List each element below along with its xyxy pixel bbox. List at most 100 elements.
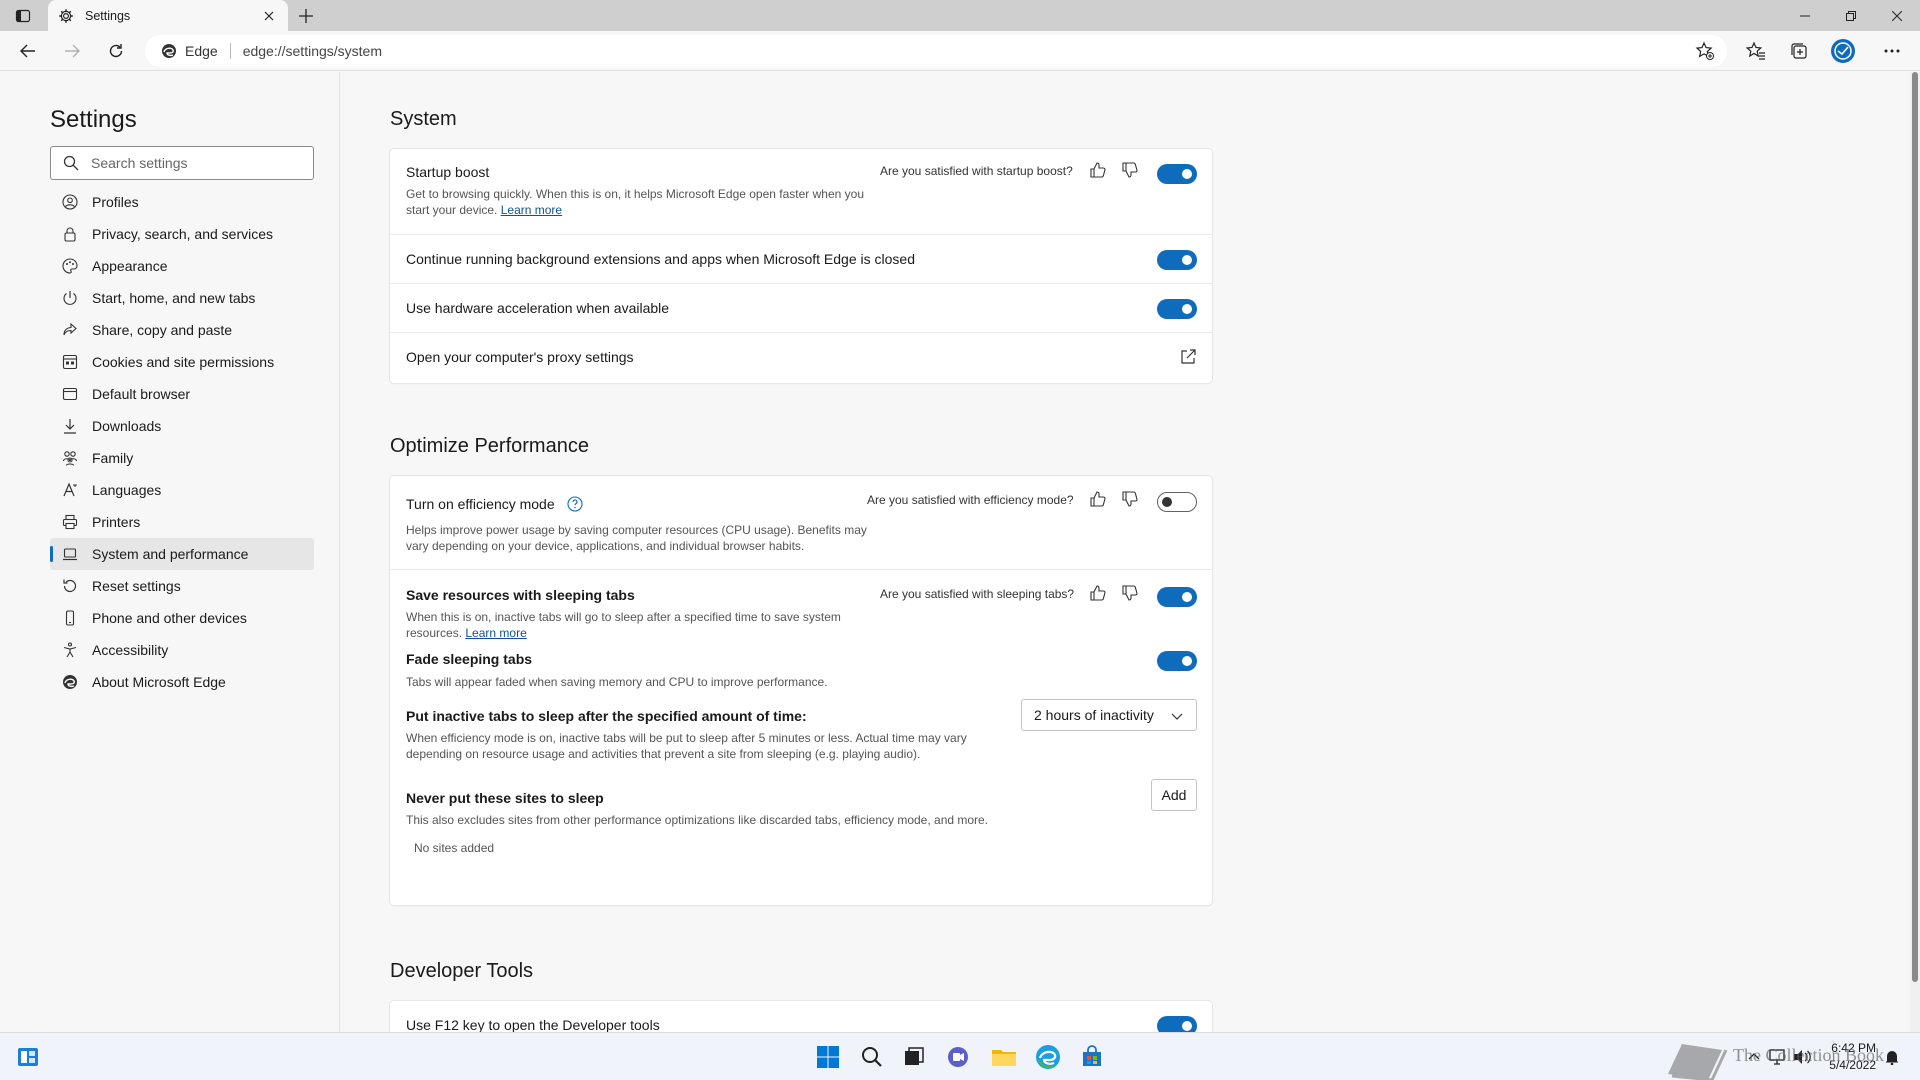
sidebar-item-privacy[interactable]: Privacy, search, and services (50, 218, 314, 250)
teams-chat-button[interactable] (944, 1043, 972, 1071)
laptop-icon (62, 546, 78, 562)
close-icon (1892, 10, 1902, 21)
browser-icon (62, 386, 78, 402)
sidebar-title: Settings (50, 106, 137, 133)
profile-button[interactable] (1829, 37, 1857, 65)
tab-actions-button[interactable] (10, 4, 36, 28)
thumbs-down-icon[interactable] (1121, 161, 1139, 179)
close-window-button[interactable] (1874, 0, 1920, 31)
no-sites-text: No sites added (414, 841, 495, 855)
external-link-icon[interactable] (1179, 348, 1197, 366)
search-icon (63, 155, 79, 171)
back-button[interactable] (14, 37, 42, 65)
add-site-button[interactable]: Add (1151, 779, 1197, 811)
startup-boost-toggle[interactable] (1157, 164, 1197, 184)
search-taskbar-button[interactable] (858, 1043, 886, 1071)
minimize-button[interactable] (1782, 0, 1828, 31)
sleeping-tabs-toggle[interactable] (1157, 587, 1197, 607)
reset-icon (62, 578, 78, 594)
thumbs-down-icon[interactable] (1121, 490, 1139, 508)
file-explorer-button[interactable] (990, 1043, 1018, 1071)
phone-icon (62, 610, 78, 626)
sidebar-item-system-performance[interactable]: System and performance (50, 538, 314, 570)
sidebar-item-reset[interactable]: Reset settings (50, 570, 314, 602)
sidebar-item-profiles[interactable]: Profiles (50, 186, 314, 218)
fade-sleeping-tabs-toggle[interactable] (1157, 651, 1197, 671)
startup-boost-feedback-text: Are you satisfied with startup boost? (880, 164, 1073, 178)
arrow-right-icon (65, 44, 80, 58)
startup-boost-desc-line2: start your device. (406, 203, 498, 217)
add-favorite-icon[interactable] (1695, 41, 1715, 61)
help-icon[interactable] (566, 496, 583, 512)
close-icon (264, 11, 274, 20)
thumbs-up-icon[interactable] (1089, 584, 1107, 602)
sidebar-item-cookies[interactable]: Cookies and site permissions (50, 346, 314, 378)
start-button[interactable] (814, 1043, 842, 1071)
sidebar-item-accessibility[interactable]: Accessibility (50, 634, 314, 666)
printer-icon (62, 514, 78, 530)
sidebar-item-phone-devices[interactable]: Phone and other devices (50, 602, 314, 634)
startup-boost-learn-more-link[interactable]: Learn more (501, 203, 562, 217)
store-icon (1083, 1045, 1101, 1066)
background-extensions-toggle[interactable] (1157, 250, 1197, 270)
settings-sidebar: Settings Profiles Privacy, search, and s… (0, 72, 340, 1032)
edge-taskbar-button[interactable] (1034, 1043, 1062, 1071)
new-tab-button[interactable] (294, 4, 318, 28)
sidebar-item-printers[interactable]: Printers (50, 506, 314, 538)
background-extensions-title: Continue running background extensions a… (406, 251, 915, 267)
thumbs-down-icon[interactable] (1121, 584, 1139, 602)
tab-settings[interactable]: Settings (48, 0, 288, 31)
tab-close-button[interactable] (260, 7, 278, 25)
address-bar[interactable]: Edge edge://settings/system (145, 35, 1727, 67)
widgets-icon (18, 1048, 38, 1066)
sidebar-item-start-home[interactable]: Start, home, and new tabs (50, 282, 314, 314)
sidebar-item-default-browser[interactable]: Default browser (50, 378, 314, 410)
sidebar-item-appearance[interactable]: Appearance (50, 250, 314, 282)
thumbs-up-icon[interactable] (1089, 161, 1107, 179)
sidebar-item-label: Start, home, and new tabs (92, 290, 256, 306)
sidebar-item-languages[interactable]: Languages (50, 474, 314, 506)
collections-button[interactable] (1785, 37, 1813, 65)
row-sleep-after: Put inactive tabs to sleep after the spe… (390, 699, 1212, 790)
sidebar-item-downloads[interactable]: Downloads (50, 410, 314, 442)
row-proxy-settings[interactable]: Open your computer's proxy settings (390, 333, 1212, 382)
sidebar-item-label: Privacy, search, and services (92, 226, 274, 242)
hardware-acceleration-toggle[interactable] (1157, 299, 1197, 319)
sleeping-tabs-feedback-text: Are you satisfied with sleeping tabs? (880, 587, 1075, 601)
refresh-button[interactable] (102, 37, 130, 65)
sidebar-item-label: Family (92, 450, 134, 466)
restore-button[interactable] (1828, 0, 1874, 31)
favorites-button[interactable] (1742, 37, 1770, 65)
more-menu-button[interactable] (1878, 37, 1906, 65)
search-box[interactable] (50, 146, 314, 180)
sleep-after-dropdown[interactable]: 2 hours of inactivity (1021, 699, 1197, 731)
sleeping-tabs-learn-more-link[interactable]: Learn more (465, 626, 526, 640)
chat-icon (948, 1047, 968, 1067)
sleep-after-desc: When efficiency mode is on, inactive tab… (406, 730, 967, 762)
scrollbar-thumb[interactable] (1912, 72, 1918, 982)
sidebar-item-share-copy[interactable]: Share, copy and paste (50, 314, 314, 346)
sidebar-item-about[interactable]: About Microsoft Edge (50, 666, 314, 698)
sleeping-tabs-title: Save resources with sleeping tabs (406, 587, 635, 603)
store-button[interactable] (1078, 1043, 1106, 1071)
widgets-button[interactable] (14, 1043, 42, 1071)
sleep-after-desc-line1: When efficiency mode is on, inactive tab… (406, 731, 967, 745)
search-input[interactable] (91, 155, 291, 171)
task-view-icon (905, 1047, 924, 1065)
url-text[interactable]: edge://settings/system (243, 43, 382, 59)
avatar (1831, 39, 1855, 63)
site-label: Edge (185, 43, 218, 59)
sidebar-item-label: Default browser (92, 386, 191, 402)
thumbs-up-icon[interactable] (1089, 490, 1107, 508)
edge-logo-icon (1036, 1045, 1060, 1069)
sleep-after-title: Put inactive tabs to sleep after the spe… (406, 708, 807, 724)
tab-title: Settings (85, 8, 131, 23)
efficiency-mode-toggle[interactable] (1157, 492, 1197, 512)
restore-icon (1846, 10, 1856, 21)
edge-logo-icon (62, 674, 78, 690)
row-efficiency-mode: Turn on efficiency mode Helps improve po… (390, 476, 1212, 570)
startup-boost-title: Startup boost (406, 164, 490, 180)
forward-button[interactable] (58, 37, 86, 65)
task-view-button[interactable] (900, 1043, 928, 1071)
sidebar-item-family[interactable]: Family (50, 442, 314, 474)
